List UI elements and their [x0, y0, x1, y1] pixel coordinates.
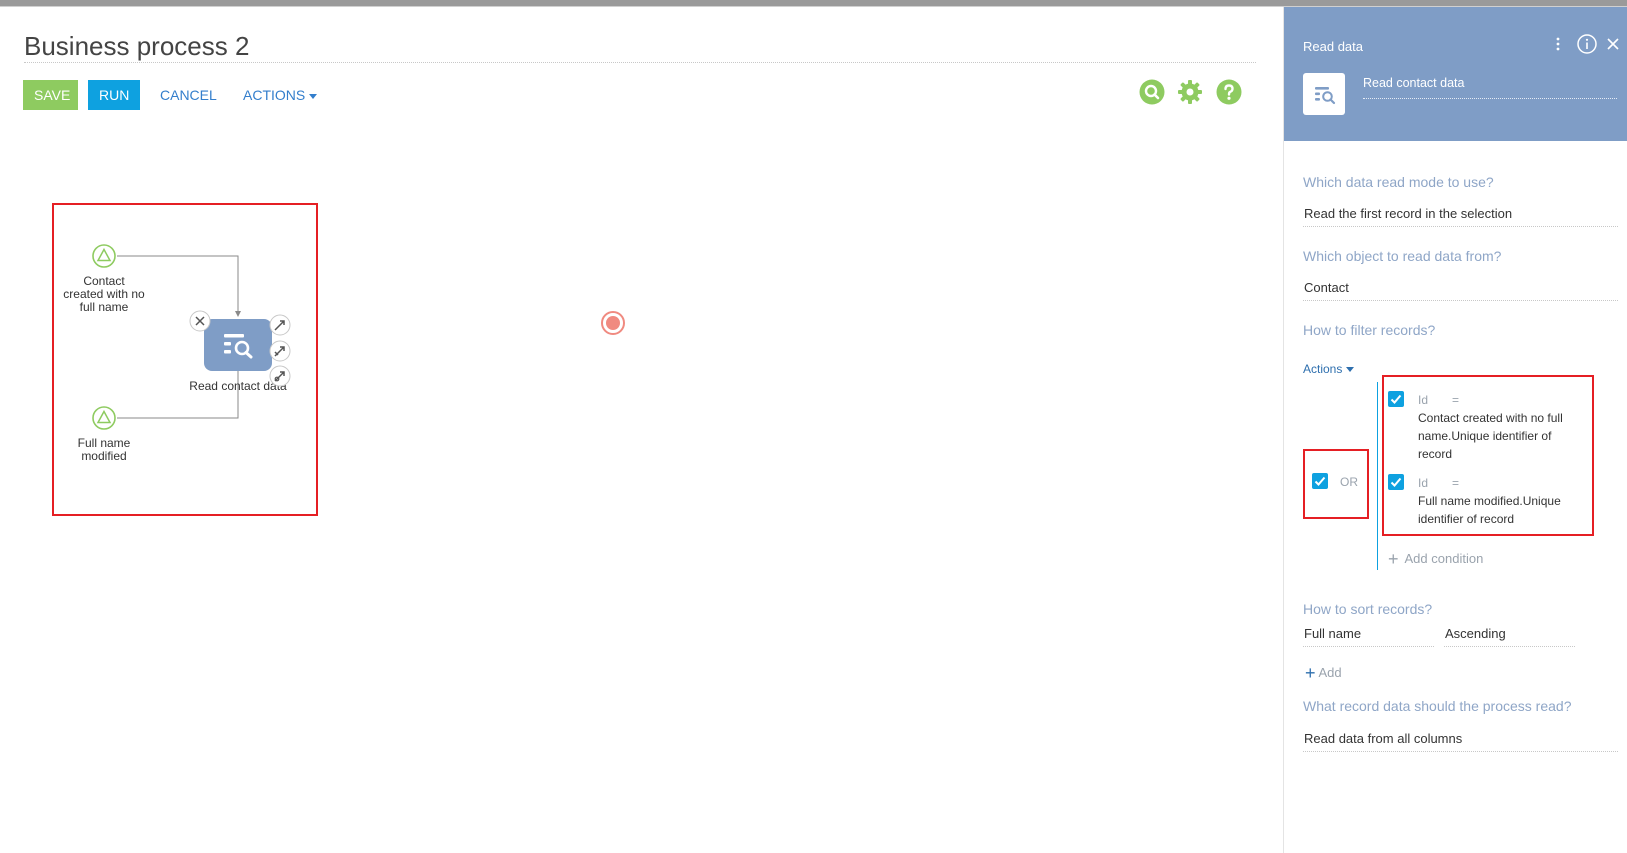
columns-question: What record data should the process read… — [1303, 698, 1572, 714]
filter-actions-label: Actions — [1303, 362, 1343, 376]
filter-group-line — [1377, 382, 1378, 570]
columns-select[interactable]: Read data from all columns — [1304, 731, 1462, 746]
object-question: Which object to read data from? — [1303, 248, 1502, 264]
highlight-box-operator — [1303, 449, 1369, 519]
browser-top-bar — [0, 0, 1627, 7]
read-mode-select[interactable]: Read the first record in the selection — [1304, 206, 1512, 221]
read-mode-question: Which data read mode to use? — [1303, 174, 1494, 190]
sort-column-lookup[interactable]: Full name — [1304, 626, 1361, 641]
add-sort-button[interactable]: + Add — [1305, 663, 1342, 684]
more-vertical-icon[interactable] — [1553, 35, 1563, 53]
object-underline — [1303, 300, 1618, 301]
element-name-underline — [1363, 98, 1617, 99]
sort-column-underline — [1303, 646, 1434, 647]
close-icon[interactable] — [1605, 36, 1621, 52]
highlight-box-conditions — [1382, 375, 1594, 536]
plus-icon: + — [1305, 663, 1316, 683]
filter-question: How to filter records? — [1303, 322, 1436, 338]
read-data-element-icon — [1303, 73, 1345, 115]
properties-panel: Read data Read contact data Which data r… — [1283, 7, 1627, 853]
add-condition-button[interactable]: + Add condition — [1388, 549, 1483, 570]
sort-question: How to sort records? — [1303, 601, 1433, 617]
columns-underline — [1303, 751, 1618, 752]
end-event-icon[interactable] — [600, 310, 626, 336]
add-condition-label: Add condition — [1404, 551, 1484, 566]
panel-header: Read data Read contact data — [1284, 7, 1627, 141]
chevron-down-icon — [1346, 367, 1355, 373]
sort-direction-underline — [1444, 646, 1575, 647]
element-name-input[interactable]: Read contact data — [1363, 76, 1464, 90]
panel-title: Read data — [1303, 39, 1363, 54]
add-sort-label: Add — [1318, 665, 1342, 680]
plus-icon: + — [1388, 549, 1399, 569]
highlight-box-diagram — [52, 203, 318, 516]
sort-direction-select[interactable]: Ascending — [1445, 626, 1506, 641]
read-mode-underline — [1303, 226, 1618, 227]
filter-actions-menu[interactable]: Actions — [1303, 362, 1355, 376]
designer-area: Business process 2 SAVE RUN CANCEL ACTIO… — [0, 7, 1282, 853]
object-lookup[interactable]: Contact — [1304, 280, 1349, 295]
info-icon[interactable] — [1576, 33, 1598, 55]
